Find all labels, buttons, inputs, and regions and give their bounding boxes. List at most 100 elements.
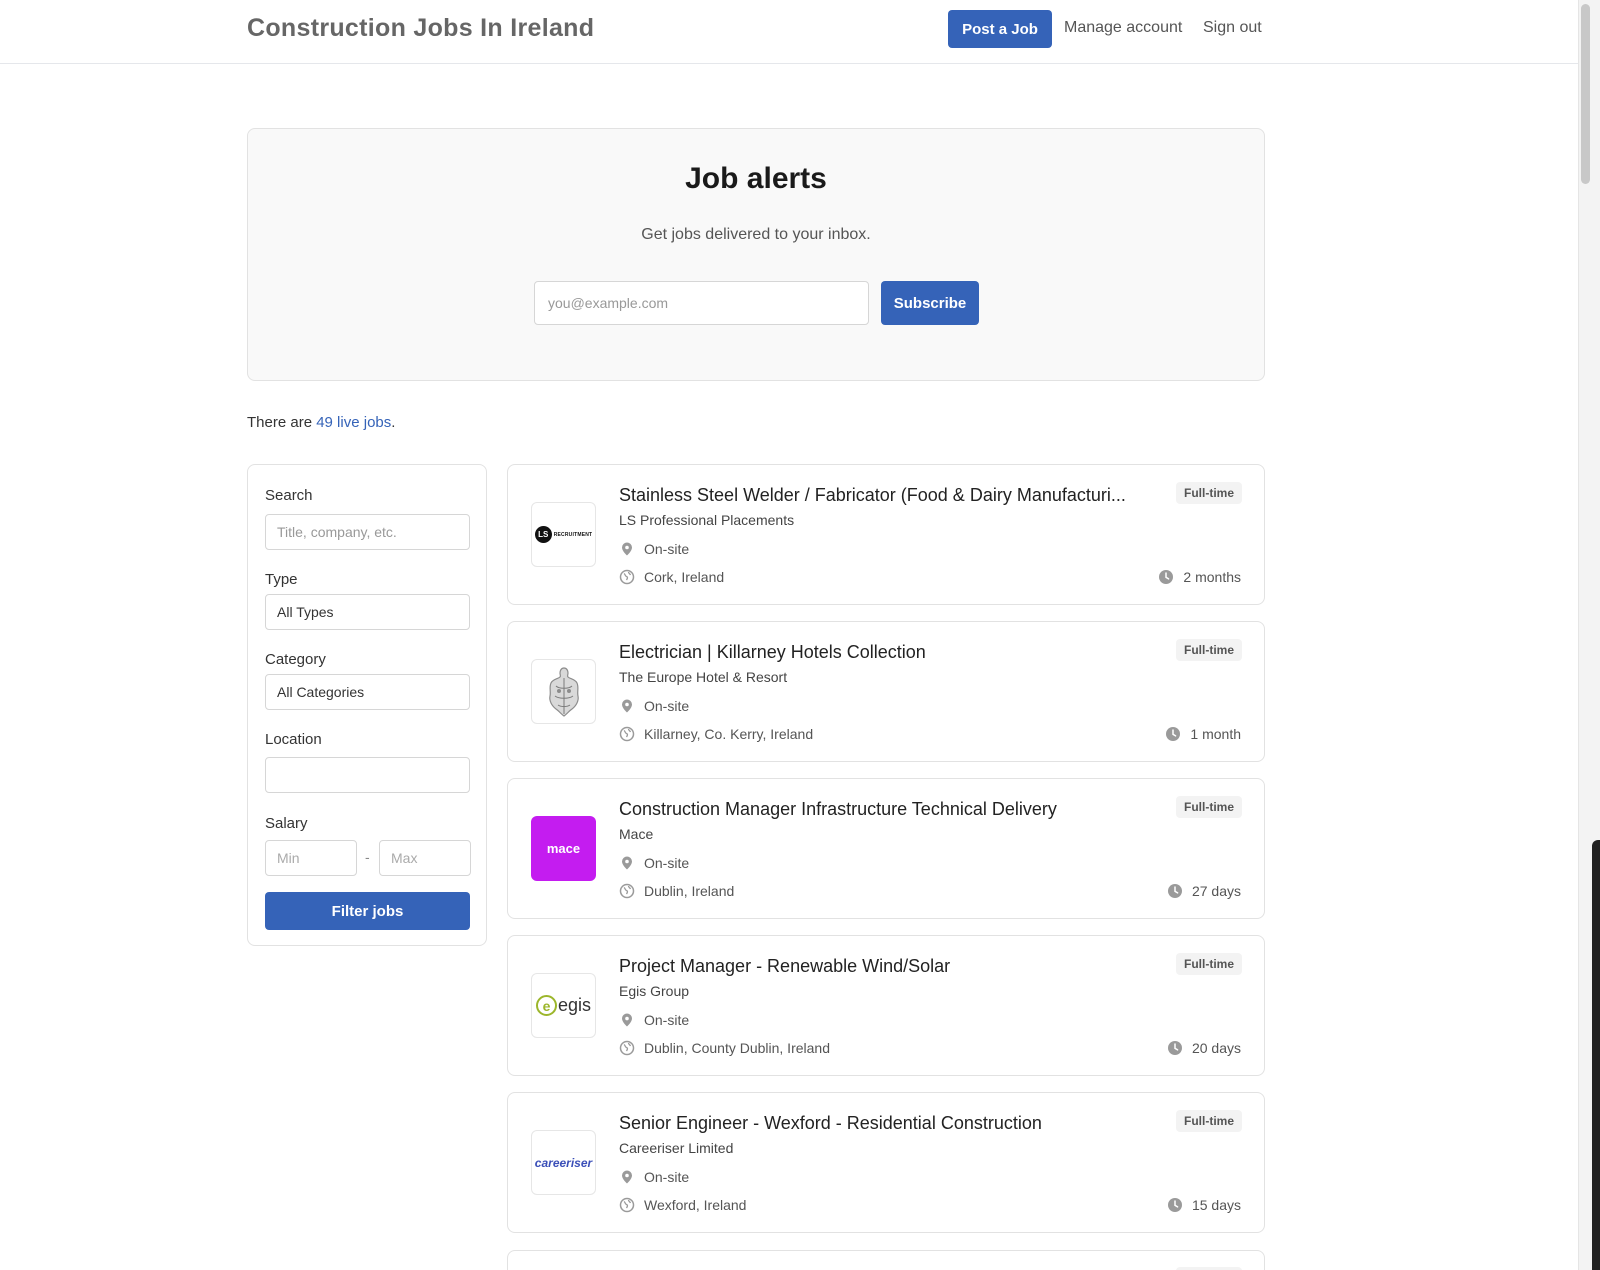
job-title[interactable]: Senior Engineer - Wexford - Residential …	[619, 1113, 1164, 1134]
post-job-button[interactable]: Post a Job	[948, 10, 1052, 48]
sign-out-link[interactable]: Sign out	[1203, 19, 1262, 37]
category-label: Category	[265, 651, 326, 668]
job-age: 1 month	[1165, 726, 1241, 742]
search-label: Search	[265, 487, 313, 504]
job-workplace-text: On-site	[644, 1012, 690, 1028]
filter-jobs-button[interactable]: Filter jobs	[265, 892, 470, 930]
globe-icon	[619, 883, 635, 899]
job-workplace: On-site	[619, 698, 689, 714]
search-input[interactable]	[265, 514, 470, 550]
clock-icon	[1167, 1040, 1183, 1056]
salary-max-input[interactable]	[379, 840, 471, 876]
location-input[interactable]	[265, 757, 470, 793]
job-title[interactable]: Construction Manager Infrastructure Tech…	[619, 799, 1164, 820]
job-location: Cork, Ireland	[619, 569, 724, 585]
live-jobs-prefix: There are	[247, 414, 317, 431]
job-card[interactable]: mace Construction Manager Infrastructure…	[507, 778, 1265, 919]
alert-email-input[interactable]	[534, 281, 869, 325]
map-pin-icon	[619, 855, 635, 871]
mace-logo: mace	[531, 816, 596, 881]
careeriser-logo: careeriser	[534, 1155, 593, 1170]
ls-logo-mark: LS	[534, 526, 552, 543]
company-logo: mace	[531, 816, 596, 881]
salary-separator: -	[365, 849, 370, 865]
job-title[interactable]: Electrician | Killarney Hotels Collectio…	[619, 642, 1164, 663]
job-age-text: 15 days	[1191, 1197, 1241, 1213]
job-location: Wexford, Ireland	[619, 1197, 746, 1213]
job-type-badge: Full-time	[1176, 1110, 1242, 1132]
egis-logo: e egis	[535, 995, 591, 1016]
map-pin-icon	[619, 698, 635, 714]
subscribe-button[interactable]: Subscribe	[881, 281, 979, 325]
job-card-partial[interactable]	[507, 1250, 1265, 1270]
job-workplace-text: On-site	[644, 1169, 690, 1185]
site-title[interactable]: Construction Jobs In Ireland	[247, 14, 594, 43]
job-title[interactable]: Stainless Steel Welder / Fabricator (Foo…	[619, 485, 1164, 506]
job-age: 2 months	[1158, 569, 1241, 585]
category-select-value: All Categories	[277, 684, 365, 700]
job-location-text: Dublin, Ireland	[644, 883, 735, 899]
salary-min-input[interactable]	[265, 840, 357, 876]
egis-logo-mark: e	[535, 995, 557, 1016]
globe-icon	[619, 1040, 635, 1056]
job-location: Dublin, County Dublin, Ireland	[619, 1040, 830, 1056]
job-age-text: 2 months	[1183, 569, 1241, 585]
job-card[interactable]: e egis Project Manager - Renewable Wind/…	[507, 935, 1265, 1076]
filter-panel: Search Type All Types Category All Categ…	[247, 464, 487, 946]
job-company: Careeriser Limited	[619, 1140, 734, 1156]
job-type-badge: Full-time	[1176, 482, 1242, 504]
category-select[interactable]: All Categories	[265, 674, 470, 710]
job-age-text: 20 days	[1191, 1040, 1241, 1056]
job-workplace: On-site	[619, 1012, 689, 1028]
job-workplace: On-site	[619, 1169, 689, 1185]
globe-icon	[619, 1197, 635, 1213]
job-age: 20 days	[1167, 1040, 1241, 1056]
job-alerts-title: Job alerts	[685, 162, 827, 195]
map-pin-icon	[619, 1169, 635, 1185]
site-header: Construction Jobs In Ireland Post a Job …	[0, 0, 1578, 64]
window-edge	[1592, 840, 1600, 1270]
job-age: 27 days	[1167, 883, 1241, 899]
location-label: Location	[265, 731, 322, 748]
job-type-badge: Full-time	[1176, 639, 1242, 661]
live-jobs-link[interactable]: 49 live jobs	[316, 414, 391, 431]
job-card[interactable]: Electrician | Killarney Hotels Collectio…	[507, 621, 1265, 762]
scrollbar-thumb[interactable]	[1581, 4, 1590, 184]
map-pin-icon	[619, 1012, 635, 1028]
hotel-crest-logo	[548, 666, 579, 717]
job-alerts-subtitle: Get jobs delivered to your inbox.	[641, 226, 871, 243]
globe-icon	[619, 726, 635, 742]
type-select-value: All Types	[277, 604, 334, 620]
company-logo: careeriser	[531, 1130, 596, 1195]
job-workplace-text: On-site	[644, 855, 690, 871]
map-pin-icon	[619, 541, 635, 557]
manage-account-link[interactable]: Manage account	[1064, 19, 1182, 37]
clock-icon	[1158, 569, 1174, 585]
mace-logo-text: mace	[546, 841, 581, 856]
clock-icon	[1167, 1197, 1183, 1213]
job-location-text: Dublin, County Dublin, Ireland	[644, 1040, 830, 1056]
ls-logo: LS RECRUITMENT	[534, 526, 593, 543]
job-location-text: Wexford, Ireland	[644, 1197, 747, 1213]
job-workplace-text: On-site	[644, 698, 690, 714]
job-card[interactable]: LS RECRUITMENT Stainless Steel Welder / …	[507, 464, 1265, 605]
company-logo: e egis	[531, 973, 596, 1038]
type-select[interactable]: All Types	[265, 594, 470, 630]
job-location-text: Killarney, Co. Kerry, Ireland	[644, 726, 814, 742]
job-company: Mace	[619, 826, 654, 842]
job-title[interactable]: Project Manager - Renewable Wind/Solar	[619, 956, 1164, 977]
clock-icon	[1167, 883, 1183, 899]
type-label: Type	[265, 571, 298, 588]
job-type-badge: Full-time	[1176, 796, 1242, 818]
job-workplace: On-site	[619, 541, 689, 557]
job-age-text: 1 month	[1190, 726, 1241, 742]
job-location: Dublin, Ireland	[619, 883, 734, 899]
job-company: Egis Group	[619, 983, 690, 999]
job-card[interactable]: careeriser Senior Engineer - Wexford - R…	[507, 1092, 1265, 1233]
ls-logo-text: RECRUITMENT	[553, 531, 593, 538]
job-workplace-text: On-site	[644, 541, 690, 557]
live-jobs-summary: There are 49 live jobs.	[247, 414, 395, 431]
job-location: Killarney, Co. Kerry, Ireland	[619, 726, 813, 742]
clock-icon	[1165, 726, 1181, 742]
job-age-text: 27 days	[1191, 883, 1241, 899]
